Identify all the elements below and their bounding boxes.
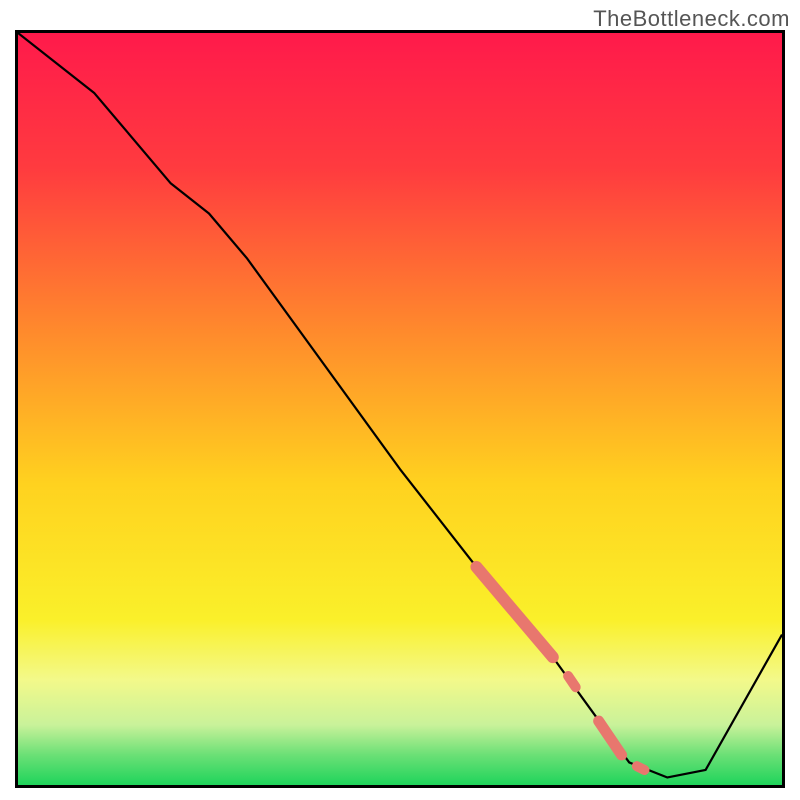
highlight-segment [568,676,576,687]
chart-background [18,33,782,785]
site-watermark: TheBottleneck.com [593,6,790,32]
chart-svg [18,33,782,785]
chart-canvas [15,30,785,788]
highlight-segment [637,766,645,770]
